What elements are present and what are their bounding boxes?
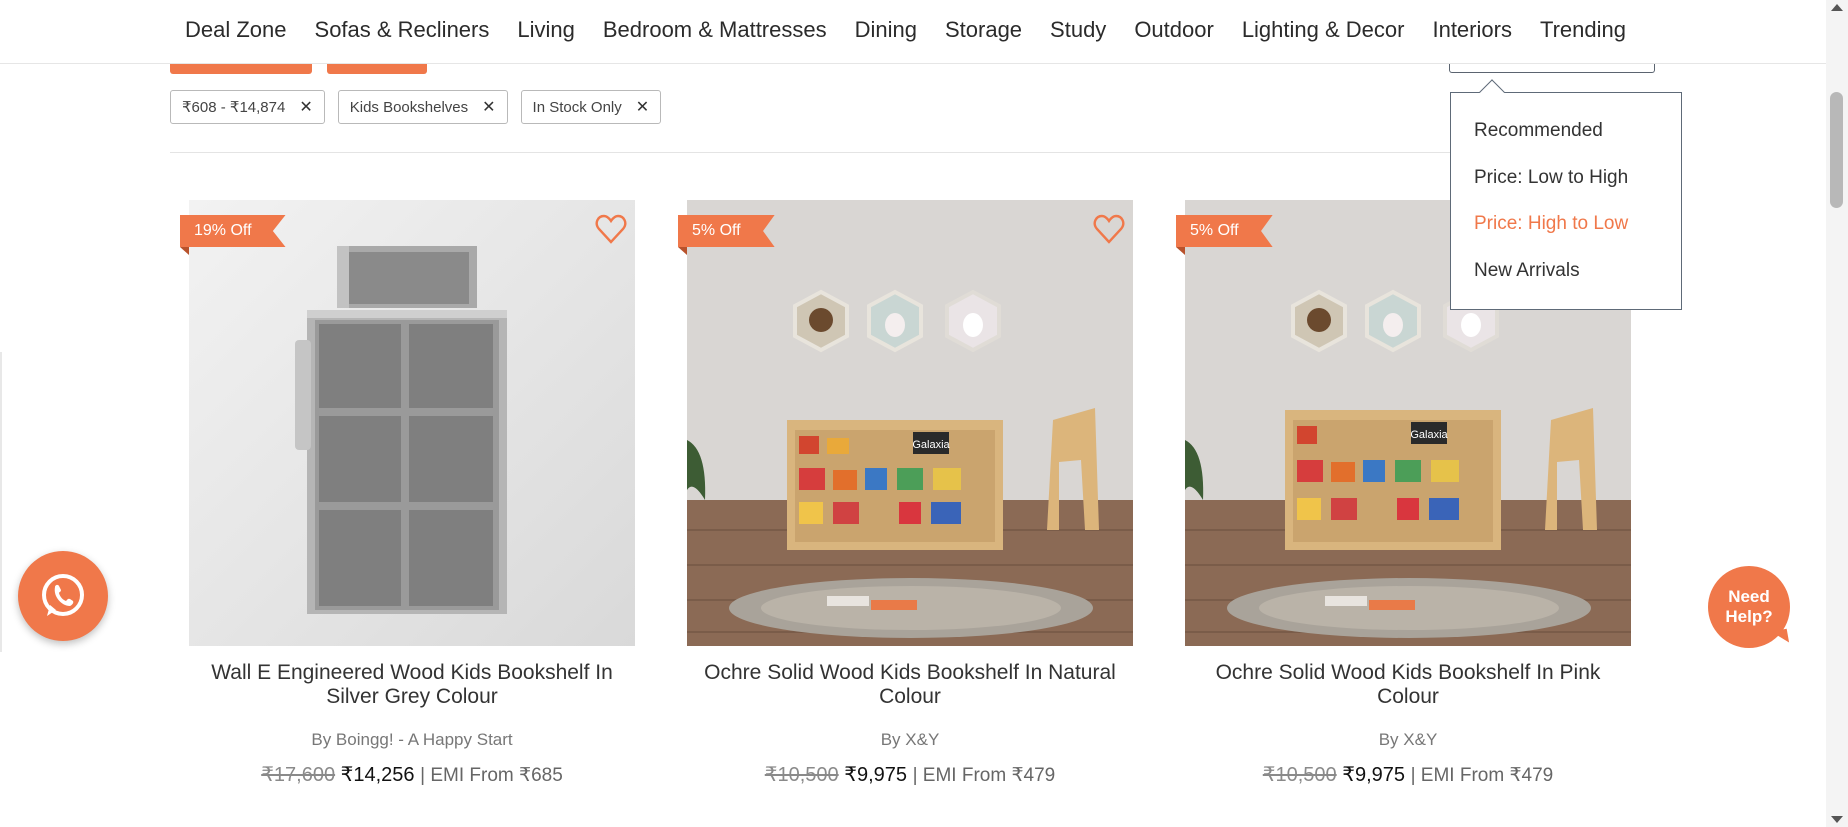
close-icon[interactable]: ✕ <box>482 97 495 117</box>
scroll-up-arrow-icon[interactable] <box>1831 4 1843 11</box>
close-icon[interactable]: ✕ <box>299 97 312 117</box>
sort-option-new-arrivals[interactable]: New Arrivals <box>1474 260 1580 282</box>
nav-item-dining[interactable]: Dining <box>855 17 917 43</box>
product-brand: By X&Y <box>880 730 940 749</box>
scroll-thumb[interactable] <box>1830 92 1843 208</box>
whatsapp-icon <box>42 574 84 616</box>
nav-item-deal-zone[interactable]: Deal Zone <box>185 17 287 43</box>
nav-item-sofas-recliners[interactable]: Sofas & Recliners <box>315 17 490 43</box>
sort-option-price-low-high[interactable]: Price: Low to High <box>1474 167 1628 189</box>
scroll-down-arrow-icon[interactable] <box>1831 816 1843 823</box>
nav-item-storage[interactable]: Storage <box>945 17 1022 43</box>
product-price: ₹10,500 ₹9,975 | EMI From ₹479 <box>1185 762 1631 787</box>
book-title-text: Galaxia <box>912 439 950 451</box>
natural-bookshelf-image: Galaxia <box>687 200 1133 646</box>
sort-option-price-high-low[interactable]: Price: High to Low <box>1474 213 1628 235</box>
filter-chip-label: In Stock Only <box>532 98 622 116</box>
discount-badge: 5% Off <box>1176 215 1273 247</box>
nav-item-study[interactable]: Study <box>1050 17 1106 43</box>
help-bubble-tail <box>1770 628 1790 646</box>
price-mrp: ₹10,500 <box>1262 764 1337 786</box>
sort-dropdown: Recommended Price: Low to High Price: Hi… <box>1450 79 1682 310</box>
grey-bookshelf-image <box>189 200 635 646</box>
price-mrp: ₹17,600 <box>261 764 336 786</box>
filter-chip-label: ₹608 - ₹14,874 <box>182 99 286 116</box>
filter-chip-price: ₹608 - ₹14,874 ✕ <box>170 90 325 124</box>
nav-item-trending[interactable]: Trending <box>1540 17 1626 43</box>
nav-item-interiors[interactable]: Interiors <box>1432 17 1511 43</box>
price-sale: ₹9,975 <box>844 764 907 786</box>
close-icon[interactable]: ✕ <box>636 97 649 117</box>
badge-fold <box>678 247 687 255</box>
filter-chip-label: Kids Bookshelves <box>349 98 469 116</box>
side-panel-edge <box>0 352 2 652</box>
wishlist-heart-icon[interactable] <box>1093 214 1125 244</box>
whatsapp-button[interactable] <box>18 551 108 641</box>
nav-item-living[interactable]: Living <box>517 17 574 43</box>
discount-badge: 5% Off <box>678 215 775 247</box>
applied-filters: ₹608 - ₹14,874 ✕ Kids Bookshelves ✕ In S… <box>170 90 674 124</box>
page-scrollbar[interactable] <box>1826 0 1848 827</box>
product-brand: By Boingg! - A Happy Start <box>311 730 513 749</box>
product-price: ₹17,600 ₹14,256 | EMI From ₹685 <box>189 762 635 787</box>
nav-item-outdoor[interactable]: Outdoor <box>1134 17 1214 43</box>
price-emi: | EMI From ₹479 <box>912 765 1056 786</box>
nav-item-lighting-decor[interactable]: Lighting & Decor <box>1242 17 1405 43</box>
nav-item-bedroom-mattresses[interactable]: Bedroom & Mattresses <box>603 17 827 43</box>
sort-option-recommended[interactable]: Recommended <box>1474 120 1603 142</box>
badge-fold <box>1176 247 1185 255</box>
top-navigation: Deal Zone Sofas & Recliners Living Bedro… <box>0 0 1826 64</box>
product-image[interactable] <box>189 200 635 646</box>
price-emi: | EMI From ₹685 <box>420 765 563 786</box>
wishlist-heart-icon[interactable] <box>595 214 627 244</box>
product-title[interactable]: Ochre Solid Wood Kids Bookshelf In Natur… <box>687 661 1133 709</box>
price-emi: | EMI From ₹479 <box>1410 765 1554 786</box>
price-mrp: ₹10,500 <box>764 764 839 786</box>
help-label: Need Help? <box>1725 587 1773 626</box>
product-title[interactable]: Ochre Solid Wood Kids Bookshelf In Pink … <box>1185 661 1631 709</box>
product-image[interactable]: Galaxia <box>687 200 1133 646</box>
price-sale: ₹14,256 <box>340 764 415 786</box>
product-title[interactable]: Wall E Engineered Wood Kids Bookshelf In… <box>189 661 635 709</box>
filter-divider <box>170 152 1590 153</box>
filter-chip-stock: In Stock Only ✕ <box>520 90 662 124</box>
product-brand: By X&Y <box>1378 730 1438 749</box>
badge-fold <box>180 247 189 255</box>
book-title-text: Galaxia <box>1410 429 1448 441</box>
product-price: ₹10,500 ₹9,975 | EMI From ₹479 <box>687 762 1133 787</box>
filter-chip-category: Kids Bookshelves ✕ <box>337 90 508 124</box>
price-sale: ₹9,975 <box>1342 764 1405 786</box>
nav-list: Deal Zone Sofas & Recliners Living Bedro… <box>185 17 1654 43</box>
discount-badge: 19% Off <box>180 215 286 247</box>
dropdown-caret <box>1479 79 1505 105</box>
